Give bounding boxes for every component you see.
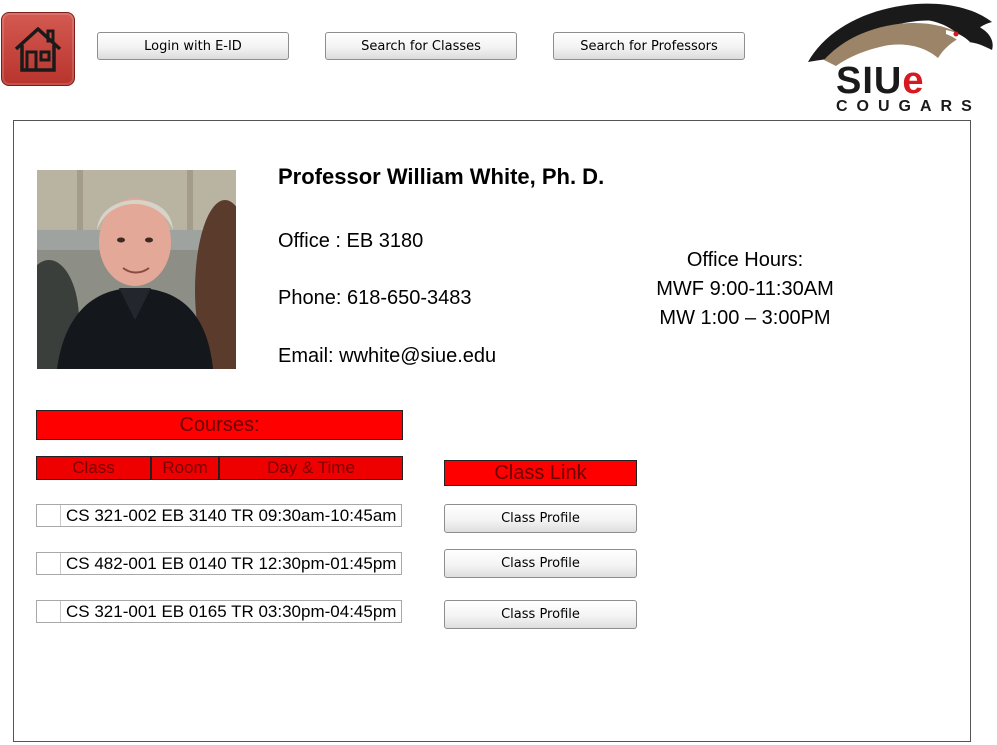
- course-text: CS 482-001 EB 0140 TR 12:30pm-01:45pm: [66, 553, 397, 573]
- class-link-heading: Class Link: [444, 460, 637, 486]
- login-button[interactable]: Login with E-ID: [97, 32, 289, 60]
- course-row[interactable]: CS 321-002 EB 3140 TR 09:30am-10:45am: [36, 504, 402, 527]
- office-hours-line1: MWF 9:00-11:30AM: [656, 278, 834, 300]
- course-row[interactable]: CS 482-001 EB 0140 TR 12:30pm-01:45pm: [36, 552, 402, 575]
- logo-subtitle: COUGARS: [836, 98, 981, 115]
- class-profile-button[interactable]: Class Profile: [444, 504, 637, 533]
- row-checkbox[interactable]: [37, 601, 61, 622]
- course-row[interactable]: CS 321-001 EB 0165 TR 03:30pm-04:45pm: [36, 600, 402, 623]
- search-classes-button[interactable]: Search for Classes: [325, 32, 517, 60]
- professor-name: Professor William White, Ph. D.: [278, 164, 605, 189]
- home-button[interactable]: [1, 12, 75, 86]
- column-day-time: Day & Time: [219, 456, 403, 480]
- office-hours-heading: Office Hours:: [686, 249, 804, 271]
- professor-photo: [37, 170, 236, 369]
- email-text: Email: wwhite@siue.edu: [278, 345, 497, 367]
- logo-wordmark: SIUe: [836, 60, 925, 102]
- row-checkbox[interactable]: [37, 505, 61, 526]
- class-profile-button[interactable]: Class Profile: [444, 600, 637, 629]
- office-hours-line2: MW 1:00 – 3:00PM: [659, 307, 831, 329]
- column-class: Class: [36, 456, 151, 480]
- row-checkbox[interactable]: [37, 553, 61, 574]
- class-profile-button[interactable]: Class Profile: [444, 549, 637, 578]
- course-text: CS 321-001 EB 0165 TR 03:30pm-04:45pm: [66, 601, 397, 621]
- course-text: CS 321-002 EB 3140 TR 09:30am-10:45am: [66, 505, 397, 525]
- house-icon: [14, 27, 62, 72]
- column-room: Room: [151, 456, 219, 480]
- search-professors-button[interactable]: Search for Professors: [553, 32, 745, 60]
- phone-text: Phone: 618-650-3483: [278, 287, 472, 309]
- office-text: Office : EB 3180: [278, 230, 424, 252]
- office-hours: Office Hours: MWF 9:00-11:30AM MW 1:00 –…: [630, 246, 860, 333]
- courses-heading: Courses:: [36, 410, 403, 440]
